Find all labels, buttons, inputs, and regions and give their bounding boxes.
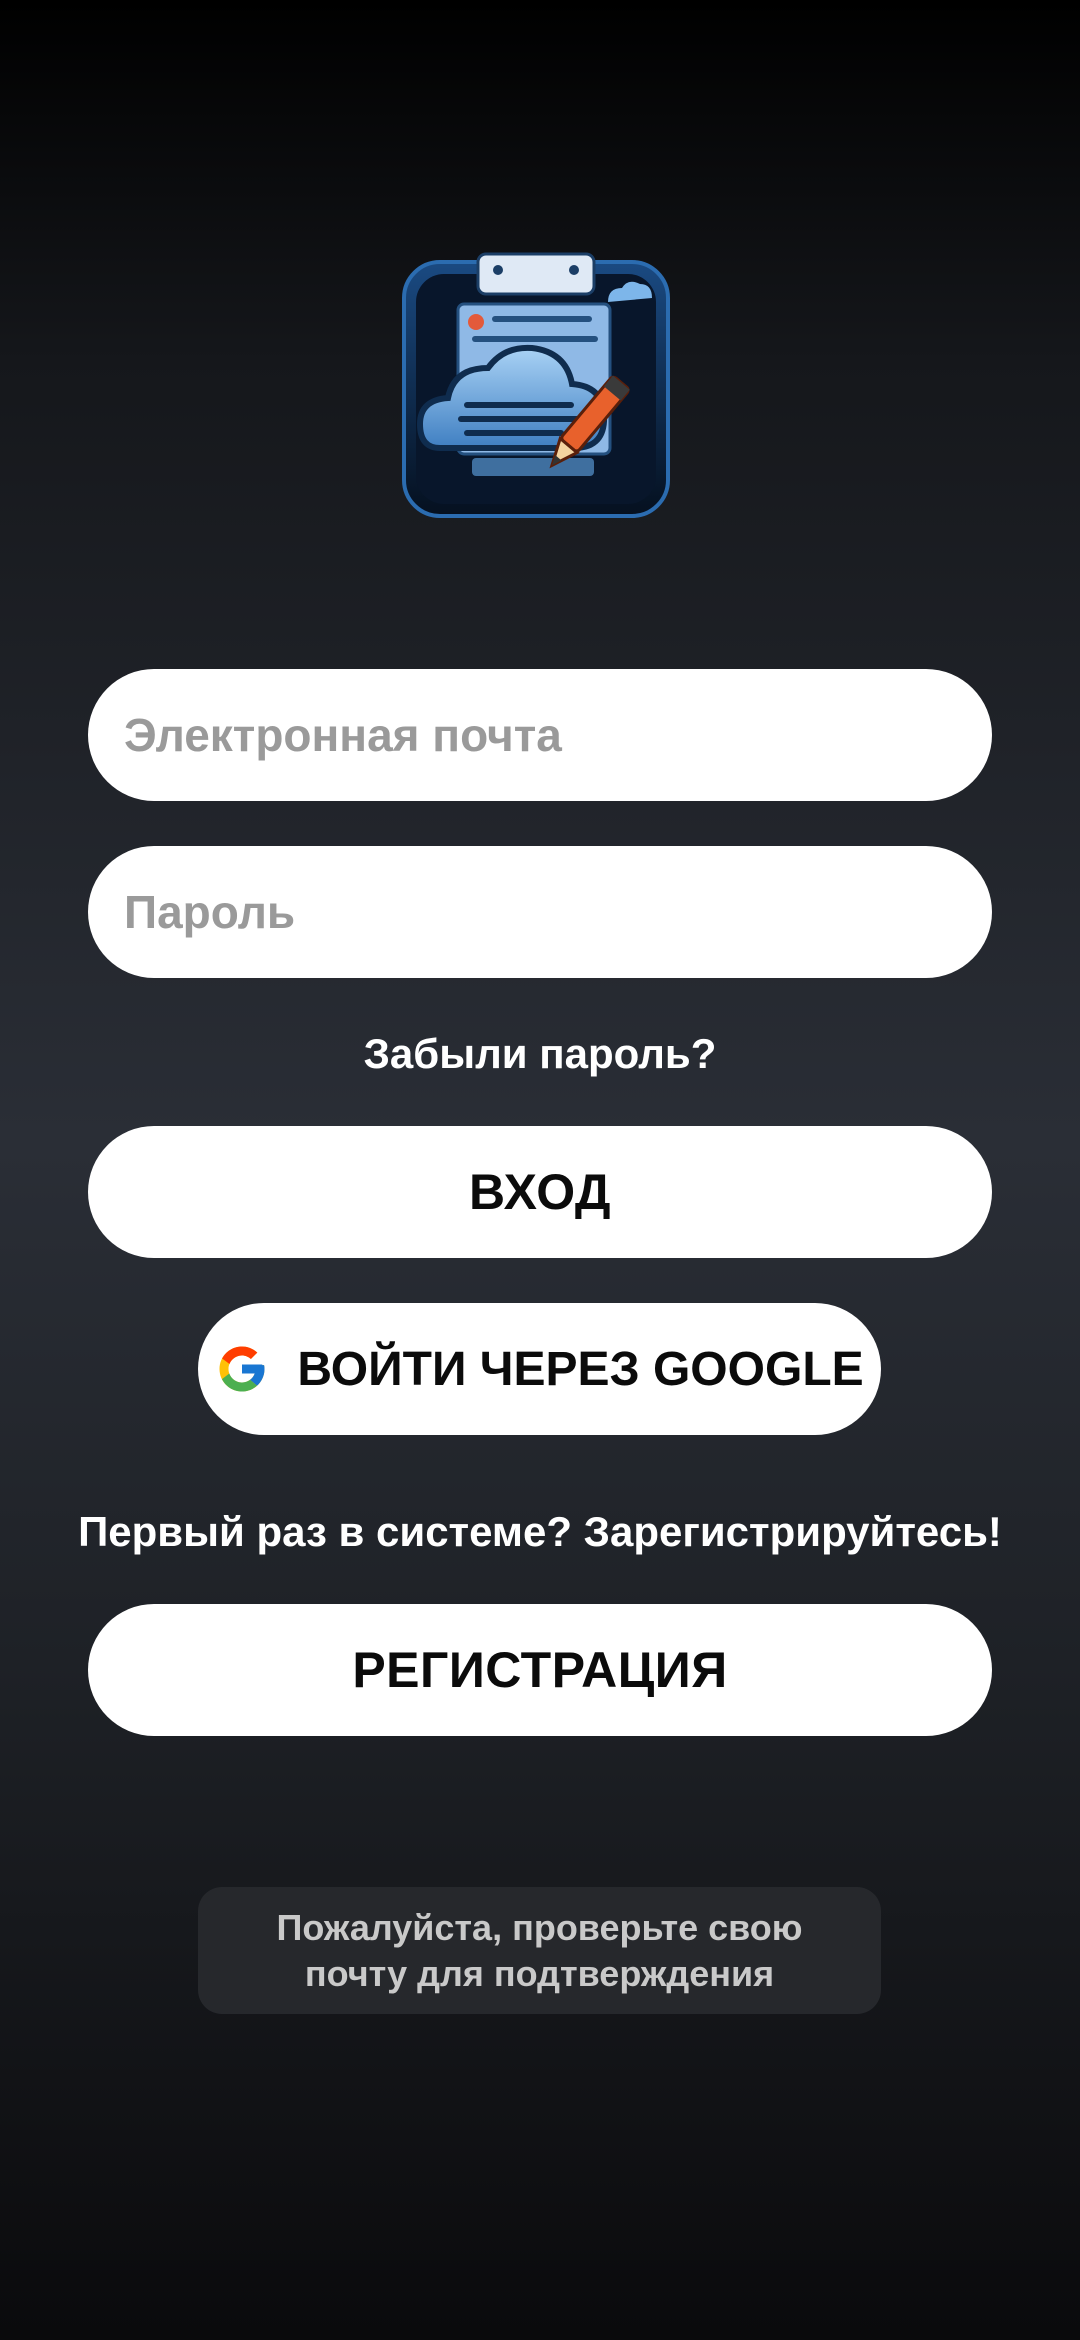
toast-line-1: Пожалуйста, проверьте свою <box>276 1906 803 1948</box>
register-button-label: РЕГИСТРАЦИЯ <box>352 1642 728 1698</box>
login-button[interactable]: ВХОД <box>88 1126 992 1258</box>
cloud-notes-icon <box>402 252 670 518</box>
forgot-password-link[interactable]: Забыли пароль? <box>0 1026 1080 1082</box>
email-input[interactable] <box>122 707 992 763</box>
email-verification-toast: Пожалуйста, проверьте свою почту для под… <box>198 1887 881 2014</box>
email-field[interactable] <box>88 669 992 801</box>
google-signin-button[interactable]: ВОЙТИ ЧЕРЕЗ GOOGLE <box>198 1303 881 1435</box>
app-logo <box>402 252 670 518</box>
password-field[interactable] <box>88 846 992 978</box>
toast-line-2: почту для подтверждения <box>304 1952 775 1994</box>
password-input[interactable] <box>122 884 992 940</box>
register-prompt: Первый раз в системе? Зарегистрируйтесь! <box>78 1508 1002 1555</box>
login-button-label: ВХОД <box>468 1164 612 1220</box>
google-signin-label: ВОЙТИ ЧЕРЕЗ GOOGLE <box>297 1342 864 1396</box>
google-icon <box>219 1346 265 1392</box>
register-button[interactable]: РЕГИСТРАЦИЯ <box>88 1604 992 1736</box>
